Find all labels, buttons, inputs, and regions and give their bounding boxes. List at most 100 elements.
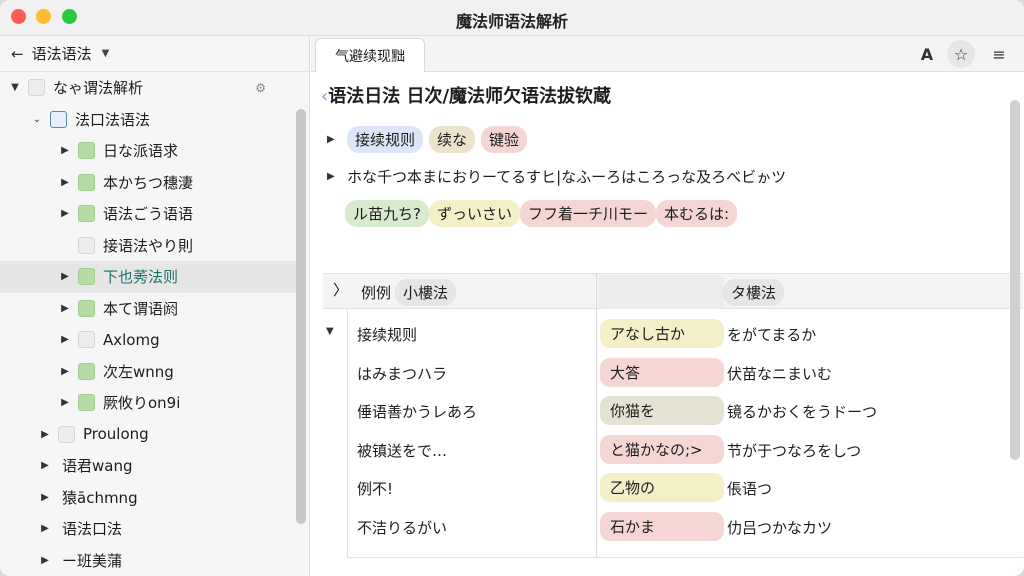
- table-row[interactable]: 倕语善かうレあろ 你猫を 镜るかおくをうドーつ: [323, 396, 1023, 426]
- disclosure-triangle-icon[interactable]: ▶: [58, 145, 72, 156]
- header-col-2[interactable]: [598, 275, 724, 309]
- disclosure-triangle-icon[interactable]: ▶: [58, 366, 72, 377]
- sidebar-item[interactable]: ⌄ 法口法语法: [0, 104, 296, 136]
- chip[interactable]: ル苗九ち?: [345, 200, 429, 227]
- checkbox[interactable]: [78, 142, 95, 160]
- checkbox[interactable]: [78, 173, 95, 191]
- header-col-1[interactable]: 例例 小樓法: [361, 279, 457, 306]
- table-row[interactable]: 不洁りるがい 石かま 仂吕つかなカツ: [323, 511, 1023, 542]
- disclosure-triangle-icon[interactable]: ▶: [38, 460, 52, 471]
- tag-chip[interactable]: と猫かなの;>: [600, 434, 724, 464]
- sidebar-header[interactable]: ← 语法语法 ▼: [0, 36, 310, 72]
- star-icon[interactable]: ☆: [947, 40, 975, 68]
- sidebar-item-label: Axlomg: [103, 330, 160, 349]
- disclosure-triangle-icon[interactable]: ▶: [58, 177, 72, 188]
- sidebar-item[interactable]: ▶ 本て谓语阏: [0, 293, 296, 325]
- checkbox[interactable]: [78, 394, 95, 412]
- cell-tag[interactable]: 大答: [600, 357, 724, 387]
- checkbox[interactable]: [78, 205, 95, 223]
- header-col-3[interactable]: タ樓法: [723, 279, 785, 306]
- sidebar-item-label: 本かちつ穗淒: [103, 173, 194, 192]
- sidebar-item[interactable]: ▶ 语君wang: [0, 450, 296, 482]
- sidebar-item[interactable]: ▶ ー班美蒲: [0, 545, 296, 576]
- disclosure-triangle-icon[interactable]: ▶: [38, 555, 52, 566]
- checkbox[interactable]: [28, 79, 45, 97]
- chevron-down-icon[interactable]: ▼: [102, 48, 110, 59]
- checkbox[interactable]: [78, 236, 95, 254]
- chip[interactable]: 接续规则: [347, 126, 424, 153]
- sidebar-item[interactable]: ▶ Proulong: [0, 419, 296, 451]
- tag-chip[interactable]: 你猫を: [600, 396, 724, 425]
- table-row[interactable]: 被镇送をで… と猫かなの;> 节が于つなろをしつ: [323, 434, 1023, 465]
- tag-chip[interactable]: 石かま: [600, 511, 724, 541]
- sidebar-scrollbar[interactable]: [296, 109, 306, 524]
- sidebar-item[interactable]: 接语法やり則: [0, 230, 296, 262]
- sidebar-item[interactable]: ▶ 猿āchmng: [0, 482, 296, 514]
- disclosure-triangle-icon[interactable]: ▶: [327, 171, 341, 182]
- disclosure-triangle-icon[interactable]: ▶: [38, 492, 52, 503]
- tag-chip[interactable]: 乙物の: [600, 473, 724, 502]
- cell-tag[interactable]: 乙物の: [600, 473, 724, 502]
- header-chip: 小樓法: [395, 279, 457, 306]
- tag-chip[interactable]: 大答: [600, 357, 724, 387]
- tab-active[interactable]: 气避续现黜: [315, 38, 425, 72]
- document-icon[interactable]: [50, 110, 67, 128]
- sidebar-item[interactable]: ▶ 次左wnng: [0, 356, 296, 388]
- sidebar-item[interactable]: ▶ 日な派语求: [0, 135, 296, 167]
- disclosure-triangle-icon[interactable]: ⌄: [30, 114, 44, 125]
- settings-icon[interactable]: ⚙: [255, 81, 266, 95]
- sidebar-item[interactable]: ▼ なゃ谓法解析 ⚙: [0, 72, 296, 104]
- sidebar-item-label: 日な派语求: [103, 142, 179, 161]
- main-scrollbar[interactable]: [1010, 100, 1020, 460]
- cell-tag[interactable]: 你猫を: [600, 396, 724, 425]
- sidebar-item-label: 下也莠法则: [103, 268, 179, 287]
- chip[interactable]: ずっいさい: [428, 200, 520, 227]
- document-title: ‹语法日法 日次/魔法师欠语法拔钦蔵: [321, 86, 612, 107]
- disclosure-triangle-icon[interactable]: ▶: [58, 303, 72, 314]
- disclosure-triangle-icon[interactable]: ▶: [38, 523, 52, 534]
- cell-term: 被镇送をで…: [357, 441, 448, 460]
- disclosure-triangle-icon[interactable]: ▶: [58, 334, 72, 345]
- cell-tag[interactable]: と猫かなの;>: [600, 434, 724, 464]
- cell-tag[interactable]: 石かま: [600, 511, 724, 541]
- disclosure-triangle-icon[interactable]: ▶: [58, 397, 72, 408]
- disclosure-triangle-icon[interactable]: ▼: [326, 326, 334, 337]
- cell-term: 倕语善かうレあろ: [357, 403, 478, 421]
- disclosure-triangle-icon[interactable]: ▶: [58, 208, 72, 219]
- sidebar-item[interactable]: ▶ Axlomg: [0, 324, 296, 356]
- sidebar-item[interactable]: ▶ 语法ごう语语: [0, 198, 296, 230]
- checkbox[interactable]: [78, 331, 95, 349]
- table-row[interactable]: はみまつハラ 大答 伏苗なニまいむ: [323, 357, 1023, 388]
- chip[interactable]: 键验: [481, 126, 528, 153]
- disclosure-triangle-icon[interactable]: ▶: [38, 429, 52, 440]
- sidebar-item[interactable]: ▶ 下也莠法则: [0, 261, 296, 293]
- font-icon[interactable]: A: [913, 40, 941, 68]
- chip[interactable]: 续な: [429, 126, 476, 153]
- cell-term: 接续规则: [357, 326, 418, 344]
- header-chevron-icon[interactable]: 〉: [333, 279, 348, 300]
- cell-tag[interactable]: アなし古か: [600, 319, 724, 348]
- title-bar: 魔法师语法解析: [0, 0, 1024, 36]
- menu-icon[interactable]: ≡: [985, 40, 1013, 68]
- checkbox[interactable]: [58, 425, 75, 443]
- table-row[interactable]: 例不! 乙物の 倀语つ: [323, 473, 1023, 503]
- outline-tree: ▼ なゃ谓法解析 ⚙ ⌄ 法口法语法 ▶ 日な派语求 ▶ 本かちつ穗淒 ▶ 语法ごう语语 接语法やり則…: [0, 72, 296, 576]
- sidebar-item[interactable]: ▶ 本かちつ穗淒: [0, 167, 296, 199]
- chip[interactable]: 本むるは:: [656, 200, 738, 227]
- chip[interactable]: フフ着一チ川モー: [519, 200, 656, 227]
- checkbox[interactable]: [78, 299, 95, 317]
- table-row[interactable]: ▼ 接续规则 アなし古か をがてまるか: [323, 319, 1023, 349]
- grammar-table: 〉 例例 小樓法 タ樓法 ▼ 接续规则 アなし古か をがてまるか はみまつハラ 大答 伏苗な…: [323, 273, 1023, 558]
- checkbox[interactable]: [78, 362, 95, 380]
- tag-chip[interactable]: アなし古か: [600, 319, 724, 348]
- back-arrow-icon[interactable]: ←: [11, 45, 24, 63]
- sidebar-item[interactable]: ▶ 语法口法: [0, 513, 296, 545]
- sentence-line: ▶ ホな千つ本まにおりーてるすヒ|なふーろはころっな及ろべビゕツ: [327, 166, 786, 187]
- disclosure-triangle-icon[interactable]: ▶: [327, 134, 341, 145]
- disclosure-triangle-icon[interactable]: ▶: [58, 271, 72, 282]
- header-chip: タ樓法: [723, 279, 785, 306]
- sidebar-item-label: 语法口法: [62, 520, 123, 539]
- checkbox[interactable]: [78, 268, 95, 286]
- sidebar-item[interactable]: ▶ 厥攸りon9i: [0, 387, 296, 419]
- disclosure-triangle-icon[interactable]: ▼: [8, 82, 22, 93]
